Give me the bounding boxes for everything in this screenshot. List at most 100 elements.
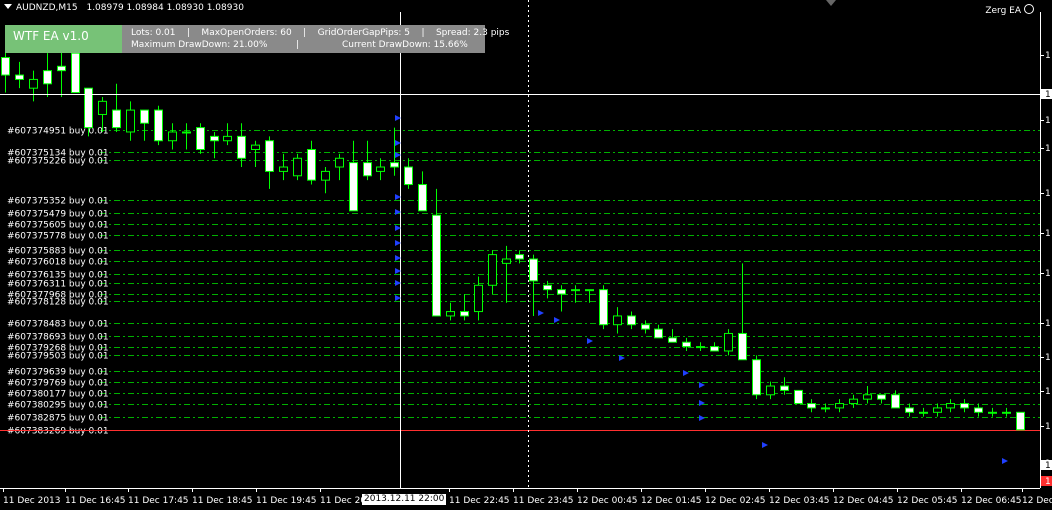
y-tick-label: 1: [1045, 116, 1051, 126]
cursor-time-label: 2013.12.11 22:00: [362, 494, 447, 505]
candle-bull: [279, 166, 288, 172]
indicator-label[interactable]: Zerg EA: [985, 4, 1034, 16]
y-tick-label: 1: [1045, 51, 1051, 61]
candle-bear: [891, 394, 900, 409]
order-label: #607383269 buy 0.01: [7, 427, 109, 437]
candle-bull: [585, 289, 594, 292]
order-label: #607378128 buy 0.01: [7, 298, 109, 308]
x-tick-label: 12 Dec 05:45: [897, 496, 958, 506]
y-tick-label: 1: [1045, 387, 1051, 397]
candle-bull: [613, 315, 622, 326]
smiley-icon: [1024, 4, 1034, 14]
candle-bear: [599, 289, 608, 326]
buy-arrow-icon: [699, 415, 705, 421]
y-tick-label: 1: [1045, 353, 1051, 363]
candle-bear: [974, 407, 983, 413]
buy-arrow-icon: [587, 338, 593, 344]
candle-bear: [460, 311, 469, 317]
axes-layer: 11111111111111111 Dec 201311 Dec 16:4511…: [0, 12, 1052, 506]
x-tick-label: 11 Dec 18:45: [192, 496, 253, 506]
symbol-label: AUDNZD,M15: [16, 3, 78, 13]
candle-bear: [738, 332, 747, 361]
candle-bull: [29, 78, 38, 89]
candle-bear: [515, 254, 524, 260]
x-tick-label: 12 Dec 03:45: [769, 496, 830, 506]
candle-bear: [112, 109, 121, 129]
candle-bear: [710, 346, 719, 352]
order-label: #607380177 buy 0.01: [7, 390, 109, 400]
candle-bear: [349, 162, 358, 212]
candle-bear: [404, 166, 413, 186]
candle-bear: [1016, 411, 1025, 431]
ea-settings-row: Lots: 0.01 | MaxOpenOrders: 60 | GridOrd…: [131, 28, 510, 38]
x-tick-label: 11 Dec 17:45: [128, 496, 189, 506]
candle-bear: [668, 337, 677, 343]
candle-bear: [390, 162, 399, 168]
candle-bear: [418, 184, 427, 212]
candle-bear: [15, 74, 24, 80]
current-price-label: 1: [1045, 477, 1051, 487]
candle-bear: [265, 140, 274, 172]
candle-bull: [335, 157, 344, 168]
candle-bear: [154, 109, 163, 142]
candle-bull: [988, 411, 997, 414]
y-tick-label: 1: [1045, 269, 1051, 279]
candle-bull: [835, 403, 844, 409]
order-label: #607375605 buy 0.01: [7, 221, 109, 231]
candle-bear: [432, 214, 441, 317]
buy-arrow-icon: [762, 442, 768, 448]
candle-bear: [641, 324, 650, 330]
candle-bull: [696, 346, 705, 349]
order-label: #607378483 buy 0.01: [7, 320, 109, 330]
candle-bear: [752, 359, 761, 396]
candle-bear: [794, 389, 803, 405]
buy-arrow-icon: [699, 400, 705, 406]
candle-bull: [223, 135, 232, 142]
candle-bull: [98, 100, 107, 115]
x-tick-label: 11 Dec 19:45: [256, 496, 317, 506]
order-label: #607375778 buy 0.01: [7, 232, 109, 242]
order-label: #607379639 buy 0.01: [7, 368, 109, 378]
order-label: #607382875 buy 0.01: [7, 414, 109, 424]
y-tick-label: 1: [1045, 229, 1051, 239]
candle-bear: [627, 315, 636, 326]
buy-arrow-icon: [554, 317, 560, 323]
x-tick-label: 11 Dec 16:45: [65, 496, 126, 506]
x-tick-label: 11 Dec 23:45: [513, 496, 574, 506]
candle-bear: [57, 65, 66, 72]
candle-bull: [849, 398, 858, 405]
candle-bull: [766, 385, 775, 396]
x-tick-label: 12 Dec 06:45: [961, 496, 1022, 506]
order-label: #607375883 buy 0.01: [7, 247, 109, 257]
order-label: #607375226 buy 0.01: [7, 157, 109, 167]
candle-bull: [919, 411, 928, 414]
ask-price-label: 1: [1045, 461, 1051, 471]
candle-bull: [321, 170, 330, 181]
candle-bear: [43, 70, 52, 85]
candle-bear: [960, 403, 969, 409]
chart-shift-icon[interactable]: [826, 0, 836, 6]
ea-drawdown-row: Maximum DrawDown: 21.00% | Current DrawD…: [131, 40, 468, 50]
crosshair: [0, 0, 1040, 488]
dropdown-triangle-icon[interactable]: [4, 4, 12, 9]
candle-bull: [1002, 411, 1011, 414]
x-tick-label: 12 Dec 00:45: [577, 496, 638, 506]
candle-bull: [502, 258, 511, 264]
price-chart[interactable]: #607374951 buy 0.01#607375134 buy 0.01#6…: [0, 0, 1052, 510]
order-label: #607376311 buy 0.01: [7, 280, 109, 290]
candle-bull: [168, 131, 177, 142]
candle-bear: [307, 149, 316, 181]
chart-header: AUDNZD,M15 1.08979 1.08984 1.08930 1.089…: [4, 3, 244, 13]
order-label: #607379769 buy 0.01: [7, 379, 109, 389]
candle-bear: [877, 394, 886, 400]
candle-bull: [293, 157, 302, 177]
candle-bear: [363, 162, 372, 177]
candle-bear: [682, 341, 691, 348]
y-tick-label: 1: [1045, 422, 1051, 432]
candle-bear: [237, 135, 246, 159]
candle-bear: [543, 284, 552, 291]
order-label: #607376018 buy 0.01: [7, 258, 109, 268]
y-tick-label: 1: [1045, 189, 1051, 199]
candle-bull: [863, 394, 872, 400]
candle-bull: [571, 289, 580, 292]
